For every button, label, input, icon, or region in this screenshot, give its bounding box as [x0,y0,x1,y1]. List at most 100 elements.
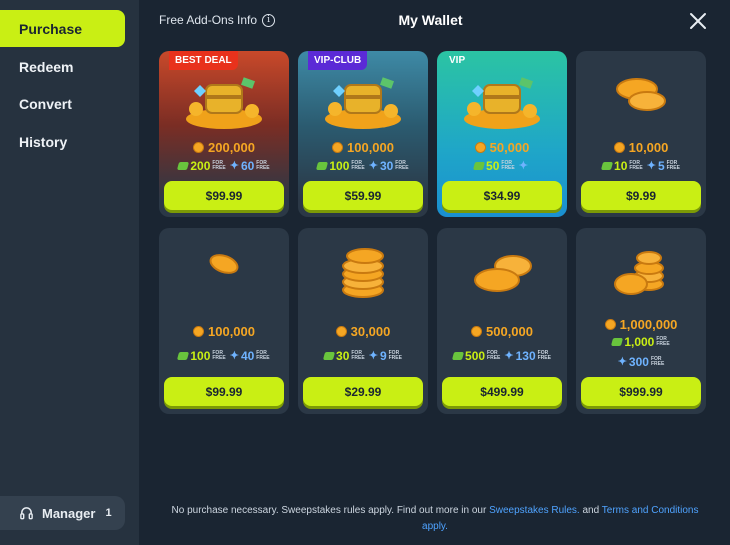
gold-tag-icon [177,352,190,360]
for-free-label: FOR FREE [650,356,665,367]
gold-bonus-value: 500 [465,349,486,363]
coins-amount: 200,000 [159,140,289,155]
gold-tag-icon [600,162,614,170]
package-card: VIP-CLUB 100,000 100 FOR FREE ✦ 30 FOR FREE $… [298,51,428,217]
coin-icon [604,319,616,330]
disclaimer-text: No purchase necessary. Sweepstakes rules… [171,505,490,516]
sweeps-star-icon: ✦ [646,159,656,172]
gold-tag-icon [611,338,624,346]
gold-bonus-value: 100 [190,349,211,363]
bonus-line: 10 FOR FREE ✦ 5 FOR FREE [576,159,706,173]
coin-icon-large [159,248,289,284]
package-card: 30,000 30 FOR FREE ✦ 9 FOR FREE $29.99 [298,228,428,414]
bonus-line: 30 FOR FREE ✦ 9 FOR FREE [298,349,428,363]
gold-tag-icon [451,352,465,360]
gold-bonus-value: 1,000 [624,335,655,349]
bonus-line: 500 FOR FREE ✦ 130 FOR FREE [437,349,567,363]
coin-icon [474,142,486,153]
package-card: 500,000 500 FOR FREE ✦ 130 FOR FREE $499.99 [437,228,567,414]
for-free-label: FOR FREE [388,350,402,361]
coin-icon [193,326,204,337]
gold-bonus-value: 100 [329,159,350,173]
sweeps-star-icon: ✦ [229,349,239,362]
sweeps-star-icon: ✦ [368,159,378,172]
buy-button[interactable]: $9.99 [581,181,701,210]
coins-value: 200,000 [208,140,255,155]
package-card: 10,000 10 FOR FREE ✦ 5 FOR FREE $9.99 [576,51,706,217]
for-free-label: FOR FREE [629,160,643,171]
gold-bonus-value: 10 [614,159,628,173]
coins-value: 100,000 [208,324,255,339]
for-free-label: FOR FREE [351,160,365,171]
coin-pile-icon [576,73,706,117]
sweeps-star-icon: ✦ [518,159,528,172]
close-icon[interactable] [686,9,710,33]
sweeps-bonus-line: ✦ 300 FOR FREE [576,355,706,369]
bonus-line: 100 FOR FREE ✦ 30 FOR FREE [298,159,428,173]
buy-button[interactable]: $99.99 [164,181,284,210]
coin-pile-icon [576,244,706,300]
gold-bonus-line: 1,000 FOR FREE [576,335,706,349]
vip-club-badge: VIP-CLUB [308,51,368,70]
for-free-label: FOR FREE [666,160,680,171]
terms-apply-link[interactable]: apply. [422,521,448,532]
sweeps-bonus-value: 9 [379,349,387,363]
bonus-line: 50 FOR FREE ✦ [437,159,567,173]
buy-button[interactable]: $999.99 [581,377,701,406]
for-free-label: FOR FREE [212,160,226,171]
sweeps-bonus-value: 60 [240,159,255,173]
buy-button[interactable]: $59.99 [303,181,423,210]
sweeps-star-icon: ✦ [229,159,239,172]
coin-icon [471,326,482,337]
terms-and-conditions-link[interactable]: Terms and Conditions [602,505,699,516]
page-title-wrap: My Wallet [0,12,730,28]
for-free-label: FOR FREE [256,160,270,171]
gold-bonus-value: 200 [190,159,211,173]
buy-button[interactable]: $99.99 [164,377,284,406]
for-free-label: FOR FREE [351,350,365,361]
bonus-line: 200 FOR FREE ✦ 60 FOR FREE [159,159,289,173]
for-free-label: FOR FREE [501,160,515,171]
gold-tag-icon [322,352,336,360]
buy-button[interactable]: $29.99 [303,377,423,406]
sweeps-bonus-value: 130 [515,349,536,363]
manager-label: Manager [42,505,96,521]
gold-bonus-value: 50 [486,159,500,173]
sweeps-star-icon: ✦ [504,349,514,362]
sweeps-star-icon: ✦ [617,355,627,368]
sweepstakes-rules-link[interactable]: Sweepstakes Rules. [489,505,580,516]
for-free-label: FOR FREE [212,350,226,361]
coins-value: 50,000 [489,140,530,155]
sweeps-bonus-value: 40 [240,349,255,363]
coins-amount: 30,000 [298,324,428,339]
treasure-chest-icon [437,71,567,131]
coins-amount: 500,000 [437,324,567,339]
manager-button[interactable]: Manager 1 [0,496,125,530]
coins-amount: 100,000 [159,324,289,339]
coin-pile-icon [437,248,567,298]
headset-icon [20,506,33,519]
package-card: VIP 50,000 50 FOR FREE ✦ $34.99 [437,51,567,217]
coins-amount: 10,000 [576,140,706,155]
coin-icon [335,326,347,337]
coins-amount: 1,000,000 [576,317,706,332]
sidebar-item-history[interactable]: History [0,123,125,160]
gold-tag-icon [316,162,329,170]
sidebar-item-redeem[interactable]: Redeem [0,48,125,85]
coin-icon [332,142,343,153]
for-free-label: FOR FREE [656,336,670,347]
package-card: 1,000,000 1,000 FOR FREE ✦ 300 FOR FREE $999.… [576,228,706,414]
coins-value: 30,000 [350,324,391,339]
treasure-chest-icon [159,71,289,131]
coins-value: 10,000 [628,140,669,155]
coin-stack-icon [298,244,428,300]
buy-button[interactable]: $499.99 [442,377,562,406]
coins-value: 100,000 [347,140,394,155]
coin-icon [193,142,204,153]
sidebar-item-convert[interactable]: Convert [0,85,125,122]
disclaimer-footer: No purchase necessary. Sweepstakes rules… [155,503,715,535]
vip-badge: VIP [449,55,466,66]
sidebar: Purchase Redeem Convert History Manager … [0,0,139,545]
sweeps-bonus-value: 300 [628,355,649,369]
buy-button[interactable]: $34.99 [442,181,562,210]
